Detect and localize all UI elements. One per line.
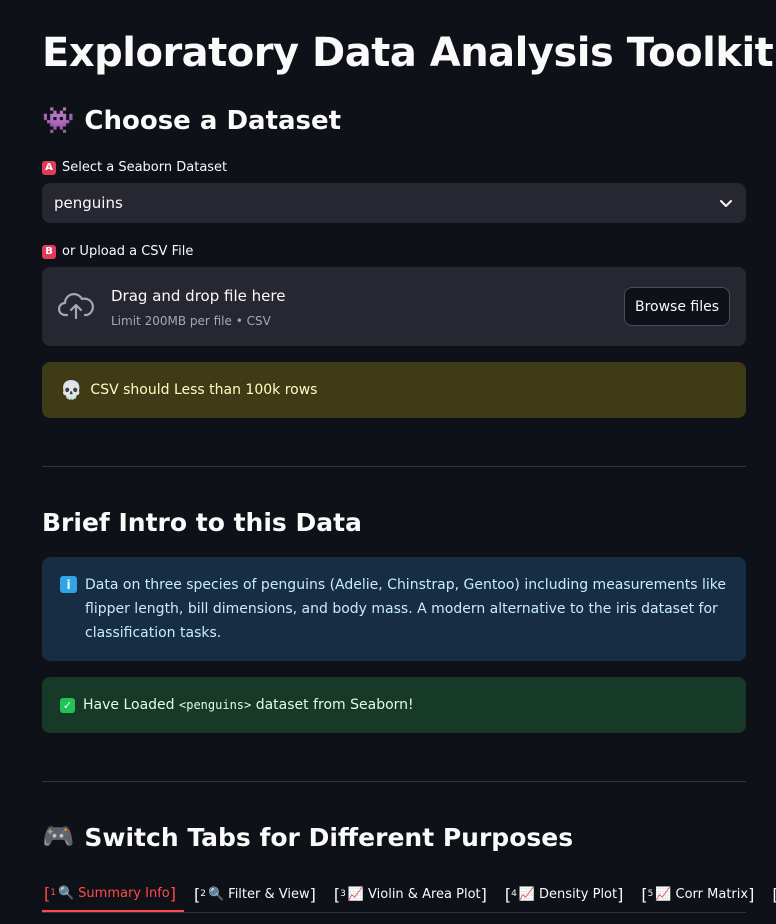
tab-bar-underline: [42, 912, 746, 913]
chevron-down-icon: [720, 200, 732, 207]
success-text: Have Loaded <penguins> dataset from Seab…: [83, 697, 414, 713]
tab-label: Filter & View: [228, 886, 310, 902]
tab-bar: [ 1 🔍 Summary Info ] [ 2 🔍 Filter & View…: [42, 876, 776, 914]
dataset-code: <penguins>: [179, 698, 252, 712]
gamepad-icon: 🎮: [42, 822, 75, 852]
magnifier-icon: 🔍: [57, 885, 75, 901]
chart-increasing-icon: 📈: [347, 886, 365, 902]
tab-label: Density Plot: [539, 886, 618, 902]
magnifier-icon: 🔍: [207, 886, 225, 902]
chart-increasing-icon: 📈: [655, 886, 672, 902]
warning-alert: 💀 CSV should Less than 100k rows: [42, 362, 746, 418]
tab-label: Corr Matrix: [675, 886, 749, 902]
dataset-heading-text: Choose a Dataset: [84, 106, 342, 136]
success-prefix: Have Loaded: [83, 697, 179, 713]
tab-summary-info[interactable]: [ 1 🔍 Summary Info ]: [42, 876, 184, 912]
tab-number: 4: [511, 889, 517, 899]
dataset-select-value: penguins: [54, 194, 123, 212]
intro-heading: Brief Intro to this Data: [42, 508, 362, 537]
dropzone-limit: Limit 200MB per file • CSV: [111, 314, 271, 328]
success-alert: ✓ Have Loaded <penguins> dataset from Se…: [42, 677, 746, 733]
select-dataset-label: A Select a Seaborn Dataset: [42, 160, 227, 175]
browse-files-button[interactable]: Browse files: [624, 287, 730, 326]
skull-icon: 💀: [60, 379, 83, 401]
select-label-text: Select a Seaborn Dataset: [62, 160, 228, 175]
tab-corr-matrix[interactable]: [ 5 📈 Corr Matrix ]: [639, 876, 762, 912]
tabs-heading-text: Switch Tabs for Different Purposes: [84, 822, 574, 852]
upload-csv-label: B or Upload a CSV File: [42, 244, 193, 259]
app-main: Exploratory Data Analysis Toolkit 👾 Choo…: [0, 0, 776, 924]
divider: [42, 466, 746, 467]
divider: [42, 781, 746, 782]
tab-violin-area-plot[interactable]: [ 3 📈 Violin & Area Plot ]: [332, 876, 495, 912]
info-icon: i: [60, 576, 77, 593]
upload-label-text: or Upload a CSV File: [62, 244, 194, 259]
tab-number: 2: [200, 889, 206, 899]
dataset-select[interactable]: penguins: [42, 183, 746, 223]
tab-label: Summary Info: [78, 885, 170, 901]
badge-a-icon: A: [42, 160, 56, 175]
page-title: Exploratory Data Analysis Toolkit: [42, 30, 774, 76]
success-suffix: dataset from Seaborn!: [251, 697, 414, 713]
tab-number: 5: [647, 889, 654, 899]
info-alert: i Data on three species of penguins (Ade…: [42, 557, 746, 661]
file-dropzone[interactable]: Drag and drop file here Limit 200MB per …: [42, 267, 746, 346]
tab-filter-view[interactable]: [ 2 🔍 Filter & View ]: [192, 876, 324, 912]
tab-6[interactable]: [ 6 📈: [770, 876, 776, 912]
dataset-heading: 👾 Choose a Dataset: [42, 106, 341, 136]
tab-density-plot[interactable]: [ 4 📈 Density Plot ]: [503, 876, 631, 912]
tab-label: Violin & Area Plot: [368, 886, 481, 902]
check-icon: ✓: [60, 697, 75, 713]
space-invader-icon: 👾: [42, 106, 75, 136]
badge-b-icon: B: [42, 244, 56, 259]
cloud-upload-icon: [58, 293, 94, 320]
chart-increasing-icon: 📈: [518, 886, 536, 902]
tab-number: 3: [340, 889, 346, 899]
dropzone-title: Drag and drop file here: [111, 287, 286, 305]
tab-number: 1: [50, 888, 56, 898]
tabs-heading: 🎮 Switch Tabs for Different Purposes: [42, 822, 573, 852]
intro-heading-text: Brief Intro to this Data: [42, 508, 362, 537]
info-text: Data on three species of penguins (Adeli…: [85, 577, 726, 641]
warning-text: CSV should Less than 100k rows: [90, 382, 318, 398]
